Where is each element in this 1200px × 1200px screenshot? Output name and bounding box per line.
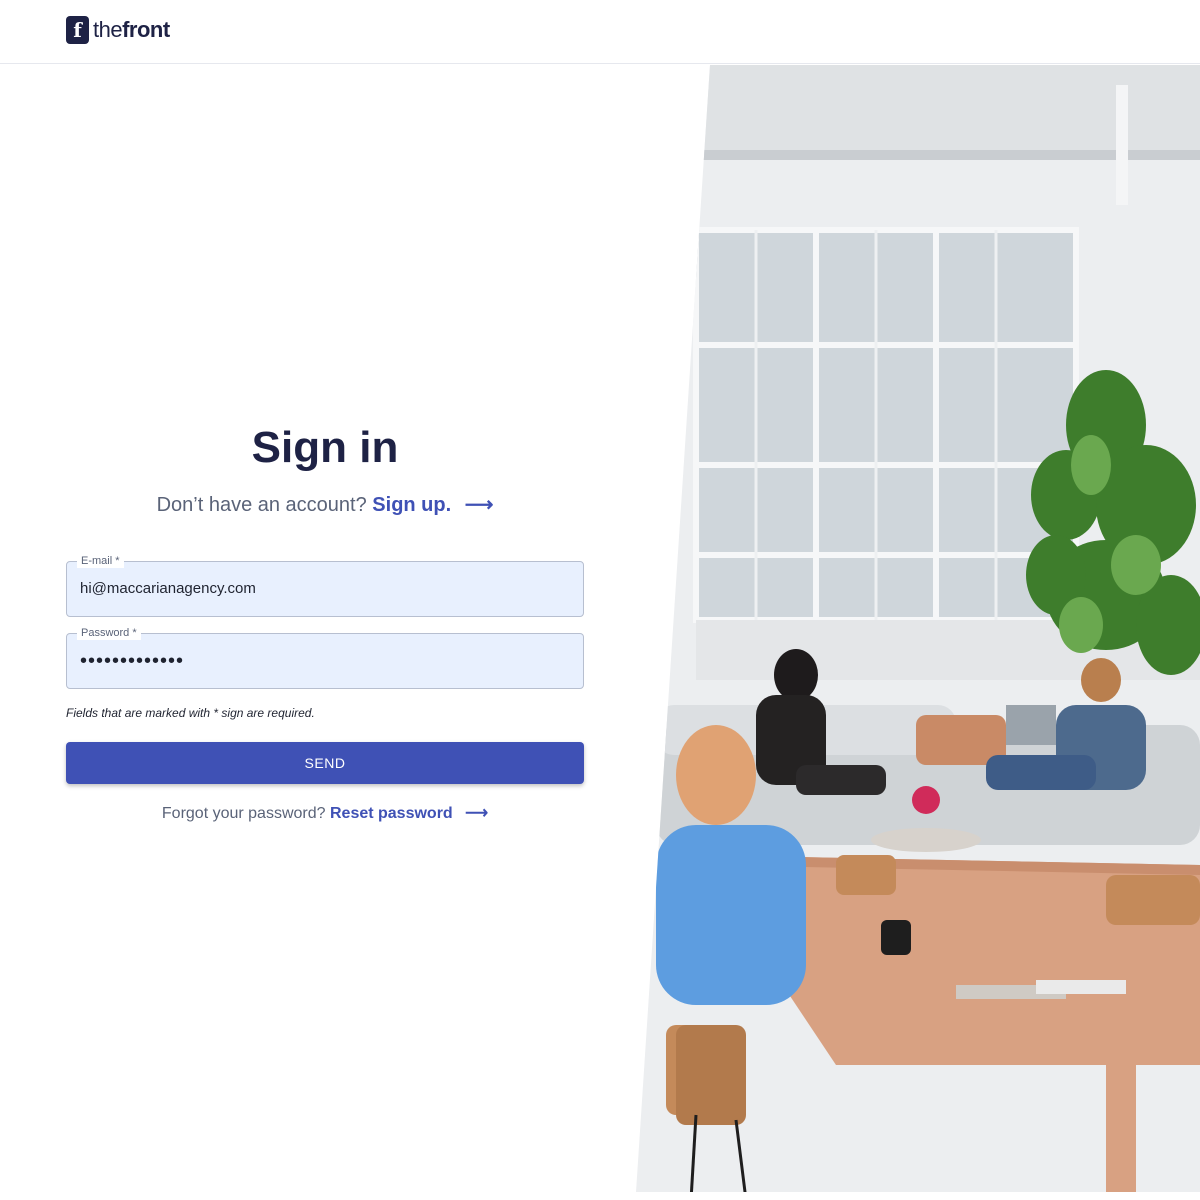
arrow-right-icon[interactable]: ⟶ xyxy=(465,490,494,520)
signup-prompt: Don’t have an account? Sign up. ⟶ xyxy=(66,490,584,520)
reset-password-link[interactable]: Reset password xyxy=(330,805,453,822)
page-title: Sign in xyxy=(251,423,399,472)
brand-logo[interactable]: f thefront xyxy=(66,16,170,44)
required-fields-note: Fields that are marked with * sign are r… xyxy=(66,706,315,720)
brand-name: thefront xyxy=(93,17,170,42)
signup-prompt-text: Don’t have an account? xyxy=(156,494,367,516)
password-field[interactable]: Password * ••••••••••••• xyxy=(66,626,584,689)
password-input[interactable]: ••••••••••••• xyxy=(80,634,184,688)
top-navbar: f thefront xyxy=(0,0,1200,64)
email-field[interactable]: E-mail * hi@maccarianagency.com xyxy=(66,554,584,617)
forgot-password-prompt: Forgot your password? Reset password ⟶ xyxy=(66,802,584,826)
email-input[interactable]: hi@maccarianagency.com xyxy=(80,562,256,616)
office-photo xyxy=(636,65,1200,1192)
send-button[interactable]: SEND xyxy=(66,742,584,784)
thefront-logo-icon: f xyxy=(66,16,89,44)
arrow-right-icon[interactable]: ⟶ xyxy=(465,802,488,826)
forgot-password-text: Forgot your password? xyxy=(161,805,326,822)
signup-link[interactable]: Sign up. xyxy=(372,494,451,516)
